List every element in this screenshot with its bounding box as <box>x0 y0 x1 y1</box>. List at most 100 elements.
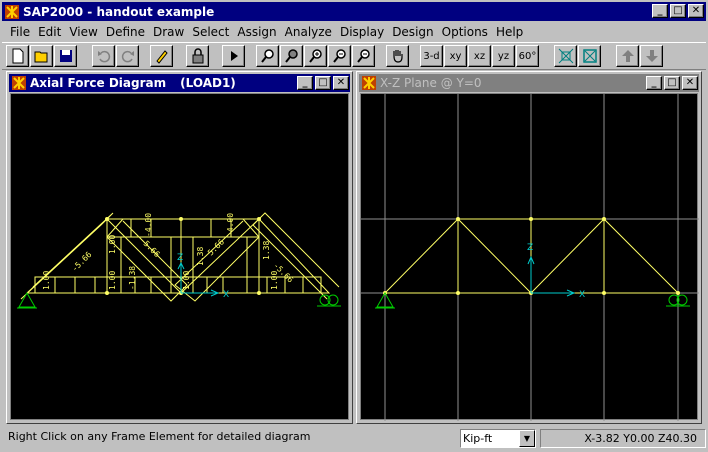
play-icon <box>230 51 238 61</box>
window-title: X-Z Plane @ Y=0 <box>380 76 482 90</box>
arrow-down-icon <box>645 50 658 62</box>
axis-x-label: X <box>223 290 229 300</box>
sap2000-window-icon <box>12 76 26 90</box>
arrow-up-icon <box>621 50 634 62</box>
joint <box>676 291 680 295</box>
lock-button[interactable] <box>186 45 209 67</box>
z-axis-arrow <box>527 255 535 293</box>
force-label: -4.00 <box>226 213 235 237</box>
save-button[interactable] <box>54 45 77 67</box>
restore-view-button[interactable] <box>280 45 303 67</box>
units-dropdown[interactable]: Kip-ft ▼ <box>460 429 536 448</box>
minimize-button[interactable]: _ <box>297 76 313 90</box>
menu-edit[interactable]: Edit <box>34 25 65 39</box>
units-value: Kip-ft <box>463 432 493 445</box>
pan-button[interactable] <box>386 45 409 67</box>
force-label: -4.00 <box>144 213 153 237</box>
new-file-icon <box>12 48 23 64</box>
roller-support-icon <box>317 294 341 307</box>
undo-button[interactable] <box>92 45 115 67</box>
zoom-restore-icon <box>284 49 298 63</box>
menu-view[interactable]: View <box>65 25 101 39</box>
menu-bar: File Edit View Define Draw Select Assign… <box>2 22 706 41</box>
zoom-out-step-button[interactable] <box>352 45 375 67</box>
pin-support-icon <box>17 291 37 309</box>
coordinate-readout: X-3.82 Y0.00 Z40.30 <box>540 429 706 448</box>
axial-force-window[interactable]: Axial Force Diagram (LOAD1) _ □ ✕ -4.00 … <box>6 71 353 424</box>
run-analysis-button[interactable] <box>222 45 245 67</box>
view-xy-button[interactable]: xy <box>444 45 467 67</box>
menu-help[interactable]: Help <box>492 25 527 39</box>
menu-assign[interactable]: Assign <box>233 25 280 39</box>
xz-plane-titlebar[interactable]: X-Z Plane @ Y=0 _ □ ✕ <box>359 74 699 92</box>
zoom-minus-icon <box>356 49 370 63</box>
move-up-button[interactable] <box>616 45 639 67</box>
load-case-label: (LOAD1) <box>180 76 236 90</box>
minimize-button[interactable]: _ <box>652 4 668 18</box>
zoom-window-button[interactable] <box>256 45 279 67</box>
view-yz-button[interactable]: yz <box>492 45 515 67</box>
axial-force-diagram: -4.00 -4.00 1.00 1.00 1.00 1.00 1.00 -5.… <box>17 212 341 309</box>
view-3d-button[interactable]: 3-d <box>420 45 443 67</box>
save-disk-icon <box>59 50 72 62</box>
chevron-down-icon[interactable]: ▼ <box>519 430 535 447</box>
joint <box>179 217 183 221</box>
xz-plane-window[interactable]: X-Z Plane @ Y=0 _ □ ✕ X Z <box>356 71 702 424</box>
refresh-view-button[interactable] <box>150 45 173 67</box>
menu-display[interactable]: Display <box>336 25 388 39</box>
open-file-button[interactable] <box>30 45 53 67</box>
menu-select[interactable]: Select <box>188 25 233 39</box>
zoom-out-icon <box>332 49 346 63</box>
menu-design[interactable]: Design <box>388 25 437 39</box>
zoom-window-icon <box>260 49 274 63</box>
zoom-in-icon <box>308 49 322 63</box>
force-label: 1.38 <box>262 241 271 260</box>
axial-force-titlebar[interactable]: Axial Force Diagram (LOAD1) _ □ ✕ <box>9 74 350 92</box>
new-file-button[interactable] <box>6 45 29 67</box>
maximize-button[interactable]: □ <box>670 4 686 18</box>
force-label: -5.66 <box>70 250 94 274</box>
menu-file[interactable]: File <box>6 25 34 39</box>
axis-z-label: Z <box>177 253 183 263</box>
maximize-button[interactable]: □ <box>315 76 331 90</box>
zoom-out-button[interactable] <box>328 45 351 67</box>
menu-options[interactable]: Options <box>438 25 492 39</box>
view-xz-button[interactable]: xz <box>468 45 491 67</box>
status-message: Right Click on any Frame Element for det… <box>8 430 311 443</box>
sap2000-app-icon[interactable] <box>5 4 19 19</box>
lock-icon <box>192 48 203 64</box>
close-button[interactable]: ✕ <box>682 76 698 90</box>
force-label: -1.38 <box>128 266 137 290</box>
maximize-button[interactable]: □ <box>664 76 680 90</box>
open-folder-icon <box>34 51 47 63</box>
menu-draw[interactable]: Draw <box>149 25 188 39</box>
joint <box>105 291 109 295</box>
joint <box>257 217 261 221</box>
axis-z-label: Z <box>527 243 533 253</box>
joint <box>257 291 261 295</box>
axial-force-canvas[interactable]: -4.00 -4.00 1.00 1.00 1.00 1.00 1.00 -5.… <box>10 93 349 420</box>
close-button[interactable]: ✕ <box>688 4 704 18</box>
force-label: 1.38 <box>196 247 205 266</box>
zoom-in-button[interactable] <box>304 45 327 67</box>
minimize-button[interactable]: _ <box>646 76 662 90</box>
redo-icon <box>121 50 134 63</box>
set-3d-view-button[interactable]: 60° <box>516 45 539 67</box>
shrink-elements-icon <box>582 49 597 63</box>
redo-button[interactable] <box>116 45 139 67</box>
status-bar: Right Click on any Frame Element for det… <box>0 426 708 452</box>
joint <box>105 217 109 221</box>
show-elements-button[interactable] <box>554 45 577 67</box>
axis-x-label: X <box>579 290 585 300</box>
grid-line <box>361 218 699 294</box>
xz-plane-canvas[interactable]: X Z <box>360 93 699 421</box>
menu-define[interactable]: Define <box>102 25 149 39</box>
shrink-elements-button[interactable] <box>578 45 601 67</box>
element-options-icon <box>558 48 573 64</box>
close-button[interactable]: ✕ <box>333 76 349 90</box>
joint <box>529 217 533 221</box>
move-down-button[interactable] <box>640 45 663 67</box>
x-axis-arrow <box>531 289 576 297</box>
menu-analyze[interactable]: Analyze <box>281 25 336 39</box>
pan-hand-icon <box>392 50 403 63</box>
